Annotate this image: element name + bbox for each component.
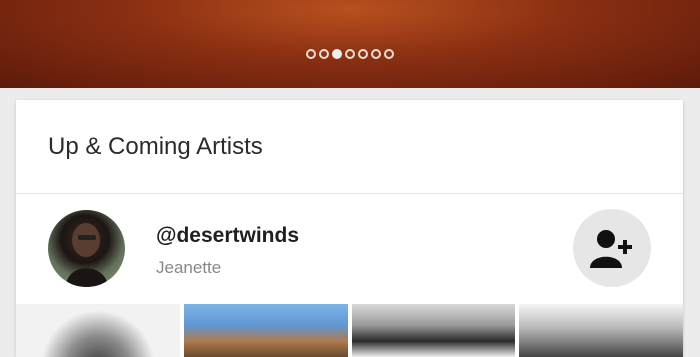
carousel-dot[interactable]	[371, 49, 381, 59]
section-title: Up & Coming Artists	[48, 133, 263, 160]
artist-handle[interactable]: @desertwinds	[156, 224, 299, 248]
artist-avatar[interactable]	[48, 210, 125, 287]
carousel-dot[interactable]	[358, 49, 368, 59]
thumbnail[interactable]	[351, 304, 516, 357]
follow-artist-button[interactable]	[573, 209, 651, 287]
thumbnail[interactable]	[519, 304, 683, 357]
avatar-image	[66, 223, 108, 287]
carousel-pagination	[0, 49, 700, 65]
carousel-dot[interactable]	[306, 49, 316, 59]
thumbnail[interactable]	[16, 304, 180, 357]
carousel-dot[interactable]	[332, 49, 342, 59]
up-and-coming-card: Up & Coming Artists @desertwinds Jeanett…	[16, 100, 683, 357]
thumbnail[interactable]	[183, 304, 348, 357]
hero-banner	[0, 0, 700, 88]
artist-name: Jeanette	[156, 258, 222, 277]
divider	[16, 193, 683, 194]
carousel-dot[interactable]	[384, 49, 394, 59]
artist-thumbnails	[16, 304, 683, 357]
carousel-dot[interactable]	[345, 49, 355, 59]
carousel-dot[interactable]	[319, 49, 329, 59]
add-user-icon	[590, 230, 632, 268]
